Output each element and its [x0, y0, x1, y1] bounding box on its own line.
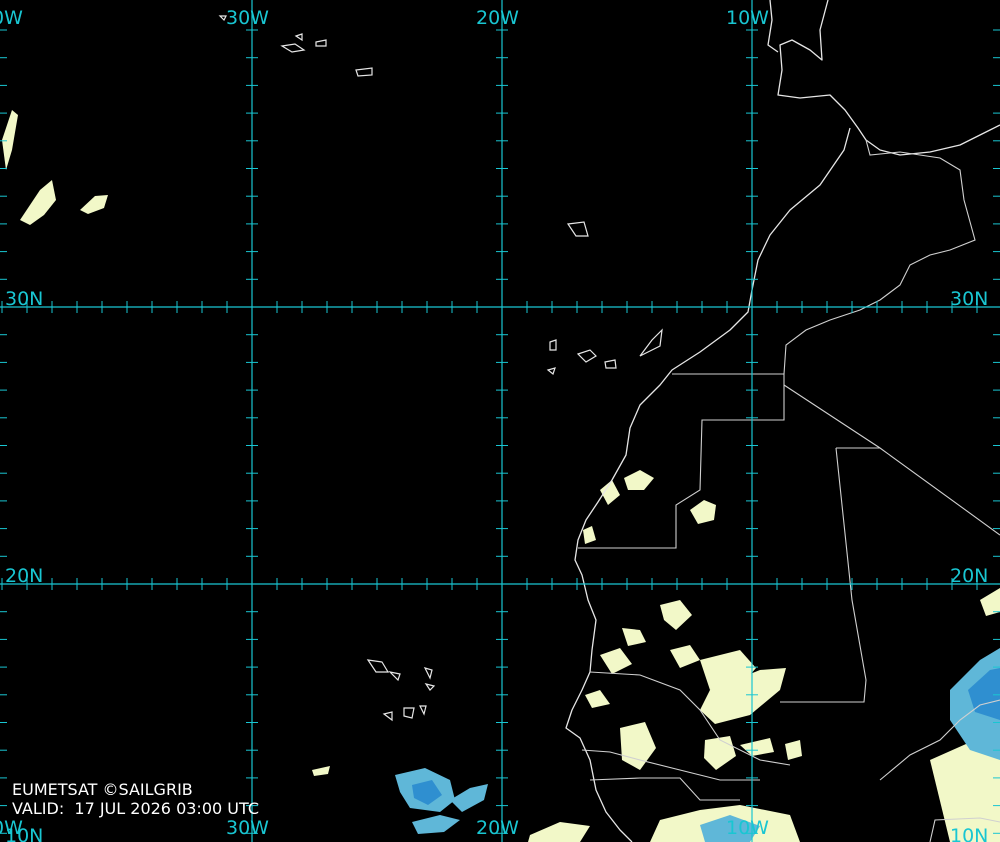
lon-label-bottom-10w: 10W: [726, 817, 769, 839]
lon-label-top-0: 0W: [0, 7, 23, 29]
valid-label: VALID:: [12, 799, 65, 818]
map-background: [0, 0, 1000, 842]
satellite-map: 0W 30W 20W 10W 30N 20N 10N 30N 20N 10N 0…: [0, 0, 1000, 842]
lon-label-bottom-0: 0W: [0, 817, 23, 839]
lon-label-top-10w: 10W: [726, 7, 769, 29]
lon-label-top-20w: 20W: [476, 7, 519, 29]
lat-label-left-30n: 30N: [5, 288, 43, 310]
lon-label-bottom-20w: 20W: [476, 817, 519, 839]
lat-label-right-30n: 30N: [950, 288, 988, 310]
lat-label-left-20n: 20N: [5, 565, 43, 587]
lon-label-bottom-30w: 30W: [226, 817, 269, 839]
valid-time: 17 JUL 2026 03:00 UTC: [74, 799, 259, 818]
lon-label-top-30w: 30W: [226, 7, 269, 29]
lat-label-right-20n: 20N: [950, 565, 988, 587]
lat-label-right-10n: 10N: [950, 825, 988, 842]
valid-time-line: VALID: 17 JUL 2026 03:00 UTC: [12, 799, 259, 818]
credit-line: EUMETSAT ©SAILGRIB: [12, 780, 193, 799]
